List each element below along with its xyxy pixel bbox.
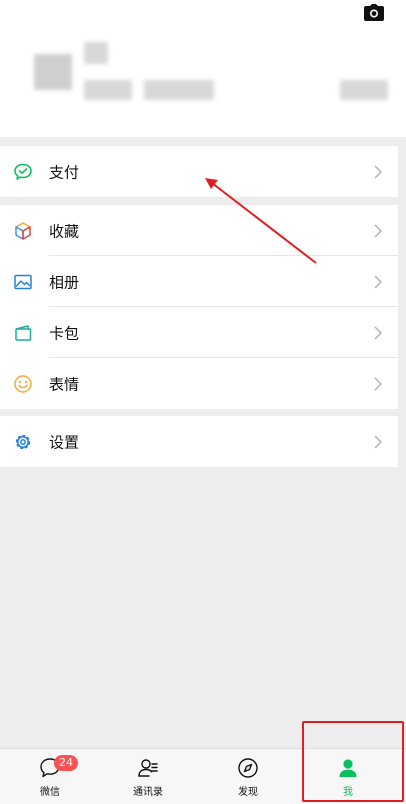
- tab-label-contacts: 通讯录: [133, 787, 163, 798]
- profile-header[interactable]: [0, 0, 406, 137]
- person-icon: [339, 759, 357, 777]
- menu-label-cards: 卡包: [49, 324, 80, 342]
- contacts-icon: [138, 759, 158, 777]
- menu-label-album: 相册: [49, 273, 80, 291]
- chevron-right-icon: [374, 223, 382, 238]
- nickname-blurred: [84, 42, 108, 64]
- bottom-tab-bar: 24 微信 通讯录 发现 我: [0, 748, 406, 804]
- tab-label-chats: 微信: [40, 787, 60, 798]
- tab-label-discover: 发现: [238, 787, 258, 798]
- chevron-right-icon: [374, 164, 382, 179]
- menu-item-pay[interactable]: 支付: [0, 146, 398, 197]
- pay-group: 支付: [0, 146, 398, 197]
- menu-item-favorites[interactable]: 收藏: [0, 205, 398, 256]
- card-wallet-icon: [15, 324, 32, 341]
- tab-discover[interactable]: 发现: [198, 749, 298, 804]
- compass-icon: [238, 758, 258, 778]
- qr-code-blurred[interactable]: [340, 80, 388, 100]
- menu-item-album[interactable]: 相册: [0, 256, 398, 307]
- menu-label-stickers: 表情: [49, 375, 80, 393]
- chevron-right-icon: [374, 325, 382, 340]
- cube-icon: [15, 221, 31, 240]
- menu-label-pay: 支付: [49, 163, 80, 181]
- chevron-right-icon: [374, 274, 382, 289]
- tab-me[interactable]: 我: [298, 749, 398, 804]
- gear-icon: [15, 434, 31, 449]
- settings-group: 设置: [0, 416, 398, 467]
- account-id-blurred-2: [144, 80, 214, 100]
- camera-icon[interactable]: [364, 4, 384, 21]
- menu-item-stickers[interactable]: 表情: [0, 358, 398, 409]
- image-icon: [14, 274, 32, 289]
- avatar[interactable]: [34, 54, 72, 90]
- smiley-icon: [14, 374, 32, 393]
- menu-item-settings[interactable]: 设置: [0, 416, 398, 467]
- tab-label-me: 我: [343, 787, 353, 798]
- menu-label-settings: 设置: [49, 433, 80, 451]
- menu-label-favorites: 收藏: [49, 222, 80, 240]
- chevron-right-icon: [374, 376, 382, 391]
- features-group: 收藏 相册 卡包 表情: [0, 205, 398, 409]
- unread-badge: 24: [54, 755, 78, 771]
- account-id-blurred: [84, 80, 132, 100]
- chevron-right-icon: [374, 434, 382, 449]
- pay-icon: [14, 163, 32, 180]
- tab-chats[interactable]: 24 微信: [0, 749, 100, 804]
- menu-item-cards[interactable]: 卡包: [0, 307, 398, 358]
- tab-contacts[interactable]: 通讯录: [98, 749, 198, 804]
